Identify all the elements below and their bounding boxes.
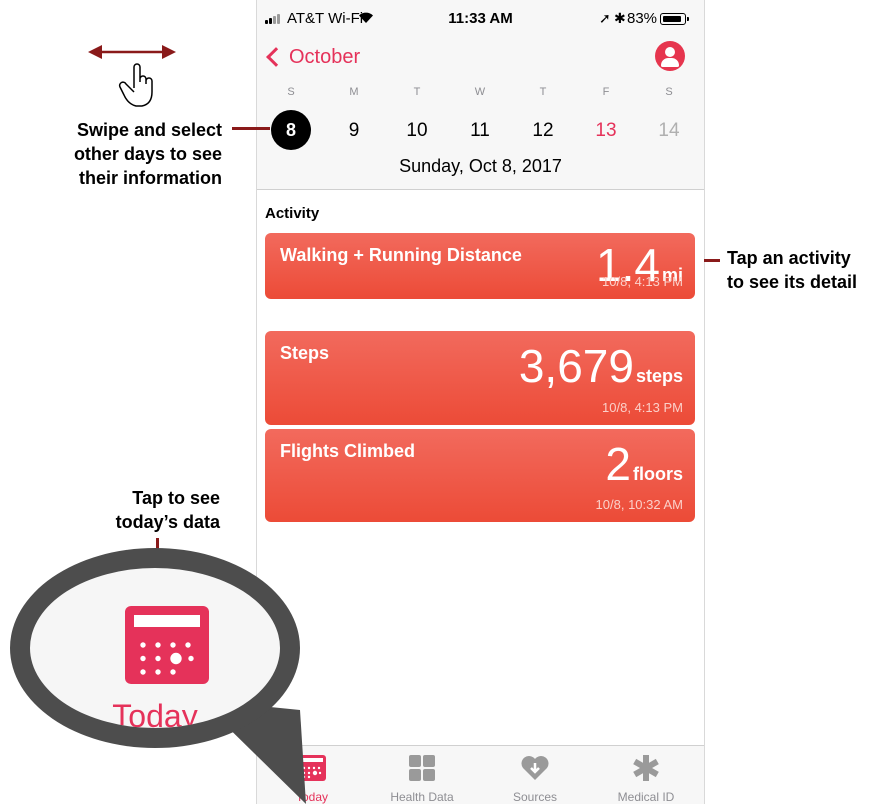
phone-screen: AT&T Wi-Fi 11:33 AM ➚ ✱ 83% October S M … xyxy=(256,0,705,804)
tab-medical-id[interactable]: Medical ID xyxy=(591,746,701,804)
card-title: Walking + Running Distance xyxy=(280,245,522,265)
location-icon: ➚ xyxy=(599,10,611,26)
activity-card-distance[interactable]: Walking + Running Distance 1.4 mi 10/8, 4… xyxy=(265,233,695,299)
profile-icon[interactable] xyxy=(655,41,685,71)
tab-label: Health Data xyxy=(390,790,454,804)
weekday-label: S xyxy=(287,86,295,98)
callout-text: Tap to see xyxy=(132,488,220,508)
calendar-icon xyxy=(125,606,209,684)
chevron-left-icon xyxy=(266,47,286,67)
day-today[interactable]: 13 xyxy=(586,116,626,146)
day-selected[interactable]: 8 xyxy=(271,110,311,150)
battery-percent: 83% xyxy=(627,10,658,27)
weekday-label: T xyxy=(539,86,547,98)
card-unit: floors xyxy=(632,464,683,484)
card-timestamp: 10/8, 4:13 PM xyxy=(602,274,683,289)
double-arrow-icon xyxy=(88,45,176,59)
activity-card-flights[interactable]: Flights Climbed 2 floors 10/8, 10:32 AM xyxy=(265,429,695,522)
heart-download-icon xyxy=(521,756,549,780)
selected-date: Sunday, Oct 8, 2017 xyxy=(399,156,562,176)
activity-heading: Activity xyxy=(265,205,320,222)
callout-leader-line xyxy=(704,259,720,262)
day-button[interactable]: 12 xyxy=(523,116,563,146)
callout-text: to see its detail xyxy=(727,272,858,292)
battery-icon xyxy=(660,13,689,25)
day-button[interactable]: 11 xyxy=(460,116,500,146)
tab-sources[interactable]: Sources xyxy=(480,746,590,804)
weekday-label: M xyxy=(349,86,359,98)
card-timestamp: 10/8, 4:13 PM xyxy=(602,400,683,415)
back-button-label: October xyxy=(289,45,361,68)
card-value: 3,679 steps xyxy=(519,339,683,393)
card-title: Flights Climbed xyxy=(280,441,415,461)
weekday-label: W xyxy=(474,86,486,98)
callout-text: Swipe and select xyxy=(76,120,222,140)
day-button[interactable]: 14 xyxy=(649,116,689,146)
calendar-header: AT&T Wi-Fi 11:33 AM ➚ ✱ 83% October S M … xyxy=(257,0,704,190)
callout-leader-line xyxy=(232,127,270,130)
card-value: 2 floors xyxy=(605,437,683,491)
card-title: Steps xyxy=(280,343,330,363)
card-timestamp: 10/8, 10:32 AM xyxy=(595,497,683,512)
activity-callout: Tap an activity to see its detail xyxy=(727,246,857,294)
back-button[interactable]: October xyxy=(265,42,360,72)
swipe-callout: Swipe and select other days to see their… xyxy=(40,118,222,190)
day-button[interactable]: 10 xyxy=(397,116,437,146)
today-callout: Tap to see today’s data xyxy=(60,486,220,534)
tab-label: Sources xyxy=(512,790,558,804)
asterisk-icon xyxy=(633,755,659,781)
callout-text: their information xyxy=(79,168,222,188)
day-button[interactable]: 9 xyxy=(334,116,374,146)
weekday-label: S xyxy=(665,86,673,98)
activity-card-steps[interactable]: Steps 3,679 steps 10/8, 4:13 PM xyxy=(265,331,695,425)
card-number: 3,679 xyxy=(518,340,634,392)
card-number: 2 xyxy=(605,438,631,490)
swipe-hand-icon xyxy=(118,63,153,107)
card-unit: steps xyxy=(635,366,683,386)
callout-text: today’s data xyxy=(115,512,220,532)
bluetooth-icon: ✱ xyxy=(614,10,626,26)
tab-bar: Today Health Data Sources Medical ID xyxy=(257,745,704,804)
weekday-label: F xyxy=(602,86,610,98)
tab-health-data[interactable]: Health Data xyxy=(367,746,477,804)
callout-text: other days to see xyxy=(73,144,222,164)
today-zoom-bubble: Today xyxy=(10,548,300,748)
grid-icon xyxy=(409,755,435,781)
tab-label: Medical ID xyxy=(617,790,675,804)
callout-text: Tap an activity xyxy=(727,248,851,268)
weekday-label: T xyxy=(413,86,421,98)
